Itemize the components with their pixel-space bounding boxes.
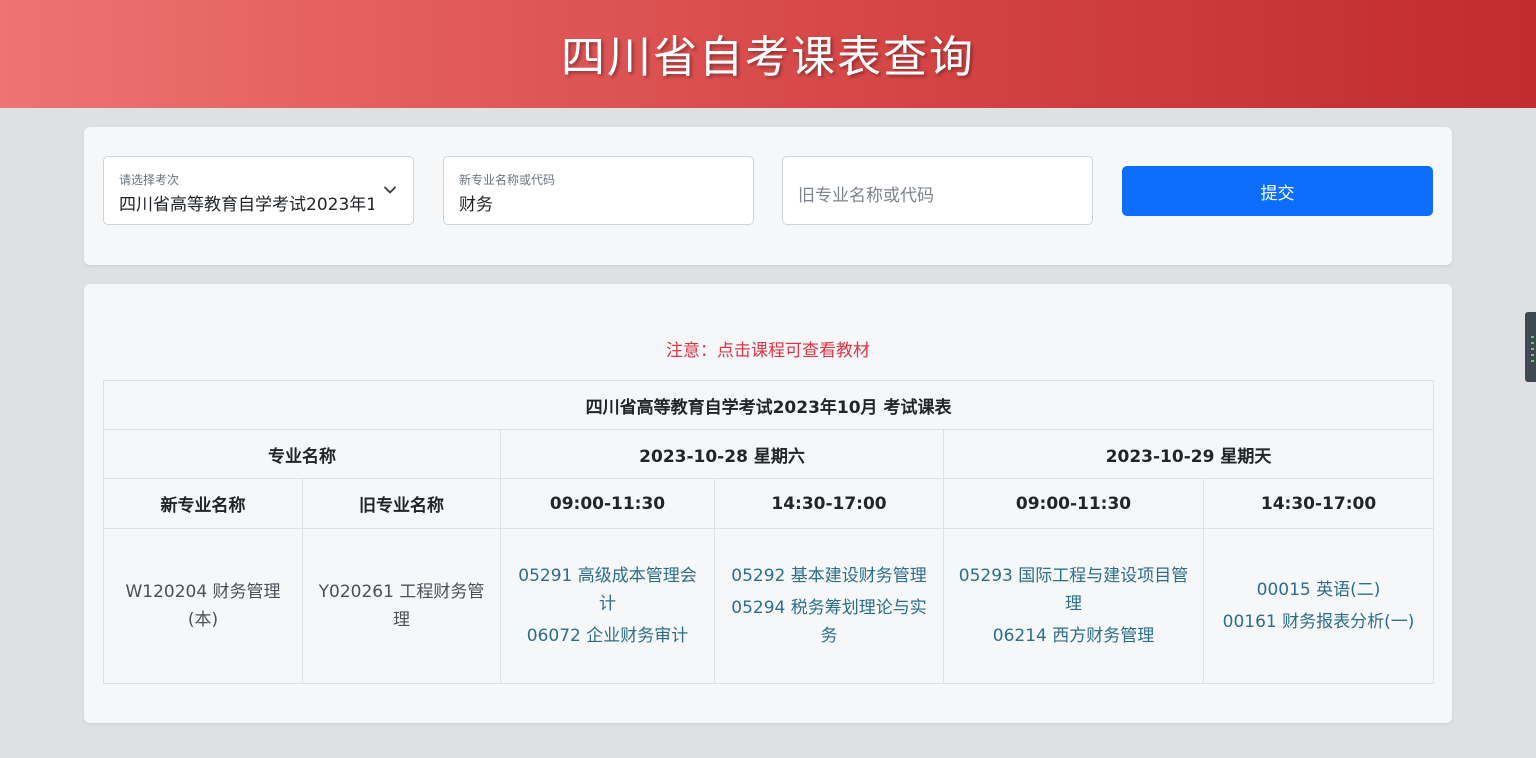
header-new-major: 新专业名称 — [103, 478, 303, 529]
course-link[interactable]: 00161 财务报表分析(一) — [1216, 608, 1421, 636]
course-link[interactable]: 05293 国际工程与建设项目管理 — [956, 562, 1191, 618]
new-major-field[interactable]: 新专业名称或代码 财务 — [443, 156, 754, 225]
exam-select[interactable]: 请选择考次 四川省高等教育自学考试2023年10月 — [103, 156, 414, 225]
cell-new-major: W120204 财务管理(本) — [103, 528, 303, 684]
cell-day1-pm: 05292 基本建设财务管理 05294 税务筹划理论与实务 — [714, 528, 944, 684]
new-major-value: 财务 — [459, 195, 493, 215]
course-link[interactable]: 06072 企业财务审计 — [513, 622, 702, 650]
cell-day2-pm: 00015 英语(二) 00161 财务报表分析(一) — [1202, 528, 1435, 684]
old-major-field[interactable]: 旧专业名称或代码 — [782, 156, 1093, 225]
header-day1-pm: 14:30-17:00 — [714, 478, 944, 529]
result-card: 注意：点击课程可查看教材 四川省高等教育自学考试2023年10月 考试课表 专业… — [84, 284, 1452, 723]
header-day2: 2023-10-29 星期天 — [942, 429, 1435, 479]
table-title: 四川省高等教育自学考试2023年10月 考试课表 — [102, 380, 1435, 430]
exam-select-label: 请选择考次 — [119, 173, 180, 187]
cell-day2-am: 05293 国际工程与建设项目管理 06214 西方财务管理 — [943, 528, 1204, 684]
table-row: W120204 财务管理(本) Y020261 工程财务管理 05291 高级成… — [103, 528, 1435, 684]
cell-day1-am: 05291 高级成本管理会计 06072 企业财务审计 — [500, 528, 715, 684]
cell-old-major: Y020261 工程财务管理 — [302, 528, 501, 684]
header-major: 专业名称 — [103, 429, 501, 479]
query-form-card: 请选择考次 四川省高等教育自学考试2023年10月 新专业名称或代码 财务 旧专… — [84, 127, 1452, 265]
course-link[interactable]: 05294 税务筹划理论与实务 — [727, 594, 931, 650]
course-link[interactable]: 00015 英语(二) — [1216, 576, 1421, 604]
page-title: 四川省自考课表查询 — [561, 32, 975, 83]
course-link[interactable]: 06214 西方财务管理 — [956, 622, 1191, 650]
new-major-label: 新专业名称或代码 — [459, 173, 556, 187]
header-day1: 2023-10-28 星期六 — [500, 429, 944, 479]
exam-select-value: 四川省高等教育自学考试2023年10月 — [119, 195, 374, 215]
chevron-down-icon — [384, 186, 396, 194]
header-day2-am: 09:00-11:30 — [943, 478, 1204, 529]
notice-text: 注意：点击课程可查看教材 — [666, 341, 870, 361]
submit-button[interactable]: 提交 — [1122, 166, 1433, 216]
old-major-placeholder: 旧专业名称或代码 — [798, 186, 934, 206]
schedule-table: 四川省高等教育自学考试2023年10月 考试课表 专业名称 2023-10-28… — [102, 380, 1435, 684]
course-link[interactable]: 05291 高级成本管理会计 — [513, 562, 702, 618]
header-old-major: 旧专业名称 — [302, 478, 501, 529]
header-day2-pm: 14:30-17:00 — [1202, 478, 1435, 529]
course-link[interactable]: 05292 基本建设财务管理 — [727, 562, 931, 590]
side-scroll-handle[interactable] — [1525, 312, 1536, 382]
header-day1-am: 09:00-11:30 — [500, 478, 715, 529]
header-banner: 四川省自考课表查询 — [0, 0, 1536, 108]
